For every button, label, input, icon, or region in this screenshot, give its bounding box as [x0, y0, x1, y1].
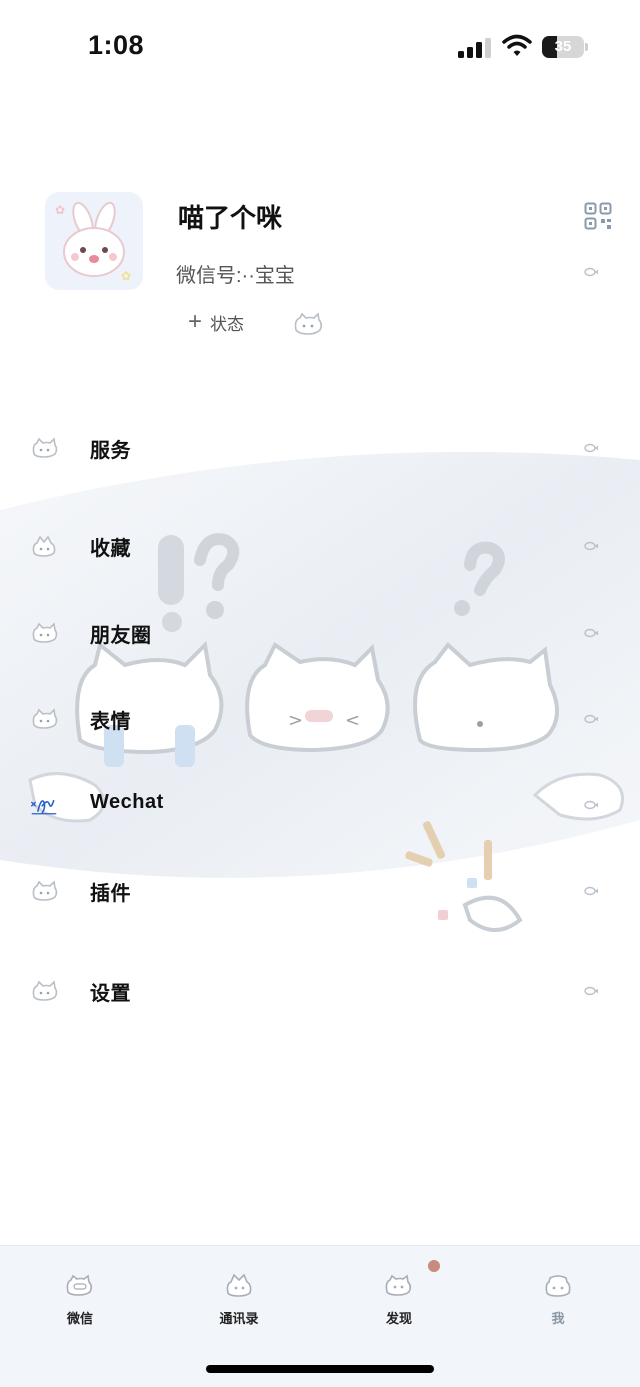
tab-contacts[interactable]: 通讯录 [184, 1268, 294, 1348]
chevron-right-icon [584, 800, 598, 810]
menu-item-services[interactable]: 服务 [0, 418, 640, 478]
home-indicator [206, 1365, 434, 1373]
menu-item-stickers[interactable]: 表情 [0, 689, 640, 749]
menu-item-label: 收藏 [90, 538, 131, 560]
menu-item-label: 设置 [90, 983, 131, 1005]
qr-code-icon[interactable] [584, 202, 612, 230]
cat-face-icon [32, 880, 58, 901]
chat-cat-icon [66, 1274, 93, 1296]
menu-item-favorites[interactable]: 收藏 [0, 516, 640, 576]
chevron-right-icon [584, 714, 598, 724]
menu-item-settings[interactable]: 设置 [0, 961, 640, 1021]
contacts-cat-icon [226, 1273, 252, 1297]
cat-face-icon [32, 980, 58, 1001]
add-status-button[interactable]: + 状态 [188, 308, 244, 336]
tab-me[interactable]: 我 [503, 1268, 613, 1348]
status-bar: 1:08 35 [0, 0, 640, 96]
menu-item-label: 插件 [90, 883, 131, 905]
profile-chevron-icon[interactable] [583, 267, 599, 277]
me-cat-icon [545, 1275, 571, 1297]
tab-label: 我 [551, 1311, 565, 1326]
menu-item-label: 朋友圈 [90, 625, 152, 647]
wechat-id: 微信号:··宝宝 [176, 265, 295, 287]
status-label: 状态 [210, 314, 245, 334]
menu-item-label: 表情 [90, 711, 131, 733]
profile-avatar[interactable]: ✿ ✿ [45, 192, 143, 290]
chevron-right-icon [584, 886, 598, 896]
tab-discover[interactable]: 发现 [344, 1260, 454, 1348]
battery-indicator: 35 [542, 36, 588, 58]
menu-item-plugins[interactable]: 插件 [0, 861, 640, 921]
tab-label: 发现 [385, 1311, 412, 1326]
cat-face-icon [32, 708, 58, 729]
plus-icon: + [188, 308, 203, 335]
status-cat-icon [294, 312, 323, 335]
bunny-avatar: ✿ ✿ [45, 192, 143, 290]
signature-icon [31, 799, 57, 815]
cellular-signal-icon [458, 38, 491, 58]
menu-item-moments[interactable]: 朋友圈 [0, 603, 640, 663]
svg-text:✿: ✿ [55, 203, 65, 217]
wifi-icon [502, 34, 532, 56]
chevron-right-icon [584, 628, 598, 638]
tab-chats[interactable]: 微信 [25, 1268, 135, 1348]
tab-label: 微信 [66, 1311, 93, 1326]
chevron-right-icon [584, 541, 598, 551]
menu-item-label: Wechat [90, 791, 164, 813]
chevron-right-icon [584, 986, 598, 996]
status-time: 1:08 [88, 30, 145, 60]
chevron-right-icon [584, 443, 598, 453]
menu-item-wechat[interactable]: Wechat [0, 775, 640, 835]
cat-hat-icon [32, 535, 56, 557]
discover-cat-icon [385, 1274, 412, 1296]
tab-label: 通讯录 [219, 1311, 259, 1326]
notification-badge [428, 1260, 440, 1272]
profile-name: 喵了个咪 [178, 203, 283, 233]
svg-text:✿: ✿ [121, 269, 131, 283]
battery-level: 35 [554, 38, 572, 55]
cat-face-icon [32, 437, 58, 458]
menu-item-label: 服务 [90, 440, 131, 462]
cat-face-icon [32, 622, 58, 643]
